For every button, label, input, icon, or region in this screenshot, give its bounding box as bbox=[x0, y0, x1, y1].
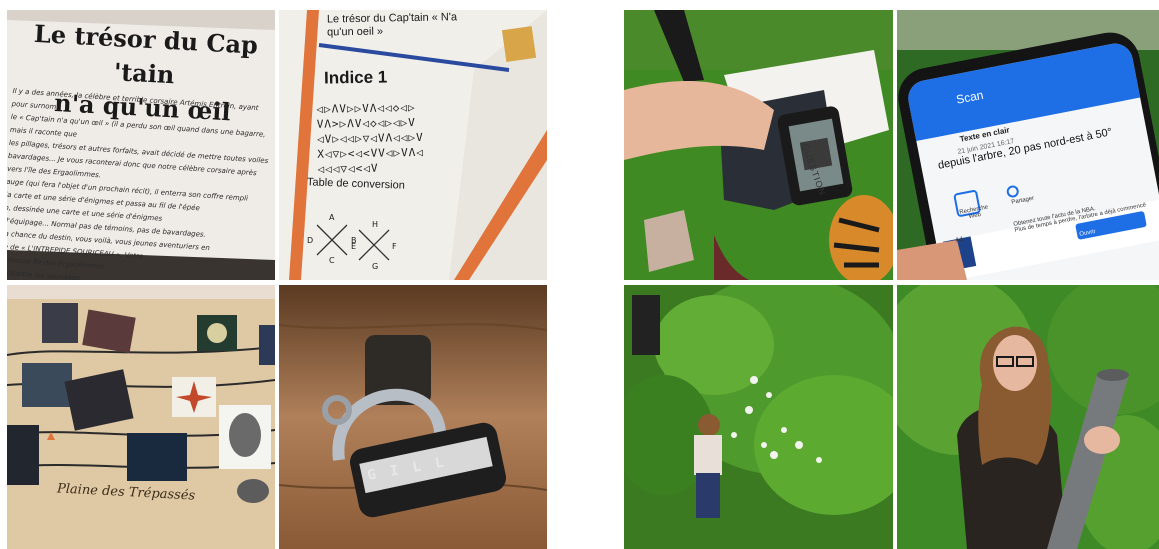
photo-child-searching-bushes bbox=[624, 285, 893, 549]
cipher-letter-g: G bbox=[372, 262, 379, 271]
cipher-letter-f: F bbox=[392, 242, 397, 251]
photo-qr-scan: QUESTION bbox=[624, 10, 893, 280]
cipher-letter-e: E bbox=[351, 242, 357, 251]
cipher-letter-d: D bbox=[307, 236, 314, 245]
clue-heading: Le trésor du Cap'tain « N'a qu'un oeil » bbox=[326, 11, 458, 39]
clue-indice-title: Indice 1 bbox=[323, 67, 388, 88]
photo-padlock-chest: G I L L bbox=[279, 285, 547, 549]
cipher-letter-c: C bbox=[329, 256, 335, 265]
photo-story-parchment: Le trésor du Cap 'tain n'a qu'un œil Il … bbox=[7, 10, 275, 280]
photo-treasure-map: Plaine des Trépassés bbox=[7, 285, 275, 549]
clue-cipher-text: ◁▷ΛV▷▷VΛ◁◁◇◁▷ VΛ>▷ΛV◁◇◁▷◁▷V ◁V▷◁◁▷▽◁VΛ◁◁… bbox=[316, 101, 425, 176]
cipher-letter-a: A bbox=[329, 213, 335, 222]
cipher-letter-h: H bbox=[372, 220, 379, 229]
photo-girl-with-tube bbox=[897, 285, 1159, 549]
photo-clue-sheet: Le trésor du Cap'tain « N'a qu'un oeil »… bbox=[279, 10, 547, 280]
photo-phone-scan-result: Scan Texte en clair 21 juin 2021 16:17 d… bbox=[897, 10, 1159, 280]
story-body: Il y a des années, la célèbre et terribl… bbox=[7, 86, 269, 280]
